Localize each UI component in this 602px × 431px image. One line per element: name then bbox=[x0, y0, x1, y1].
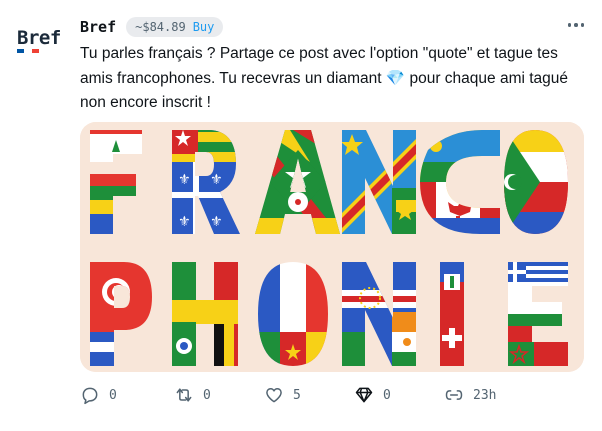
price-value: ~$84.89 bbox=[135, 20, 186, 34]
repost-count: 0 bbox=[203, 387, 211, 403]
like-count: 5 bbox=[293, 387, 301, 403]
avatar-flag-underline bbox=[17, 49, 39, 53]
repost-button[interactable]: 0 bbox=[174, 385, 211, 405]
reply-count: 0 bbox=[109, 387, 117, 403]
post-header: Bref ~$84.89 Buy bbox=[80, 15, 224, 39]
buy-button[interactable]: Buy bbox=[193, 20, 215, 34]
action-bar: 0 0 5 0 23h bbox=[80, 385, 560, 411]
views-icon bbox=[445, 390, 463, 400]
author-name[interactable]: Bref bbox=[80, 18, 116, 36]
svg-text:⚜: ⚜ bbox=[210, 214, 223, 230]
views-button[interactable]: 23h bbox=[444, 385, 496, 405]
diamond-count: 0 bbox=[383, 387, 391, 403]
post-card[interactable]: Bref Bref ~$84.89 Buy Tu parles français… bbox=[0, 0, 602, 431]
avatar-logo-text: Bref bbox=[17, 27, 61, 49]
reply-icon bbox=[82, 387, 98, 405]
svg-text:⚜: ⚜ bbox=[210, 172, 223, 188]
repost-icon bbox=[176, 388, 192, 402]
diamond-emoji: 💎 bbox=[385, 69, 406, 87]
more-options-icon[interactable] bbox=[567, 17, 585, 33]
price-pill[interactable]: ~$84.89 Buy bbox=[126, 17, 224, 37]
like-button[interactable]: 5 bbox=[264, 385, 301, 405]
svg-text:⚜: ⚜ bbox=[178, 172, 191, 188]
reply-button[interactable]: 0 bbox=[80, 385, 117, 405]
francophonie-flags-image: ⚜ ⚜ ⚜ ⚜ bbox=[80, 122, 584, 372]
svg-text:⚜: ⚜ bbox=[178, 214, 191, 230]
post-text: Tu parles français ? Partage ce post ave… bbox=[80, 42, 580, 116]
letter-e bbox=[508, 262, 568, 366]
heart-icon bbox=[266, 388, 282, 403]
letter-i bbox=[440, 262, 464, 366]
post-image[interactable]: ⚜ ⚜ ⚜ ⚜ bbox=[80, 122, 584, 372]
diamond-icon bbox=[355, 387, 373, 403]
diamond-button[interactable]: 0 bbox=[354, 385, 391, 405]
views-count: 23h bbox=[473, 387, 497, 403]
avatar[interactable]: Bref bbox=[17, 28, 65, 58]
